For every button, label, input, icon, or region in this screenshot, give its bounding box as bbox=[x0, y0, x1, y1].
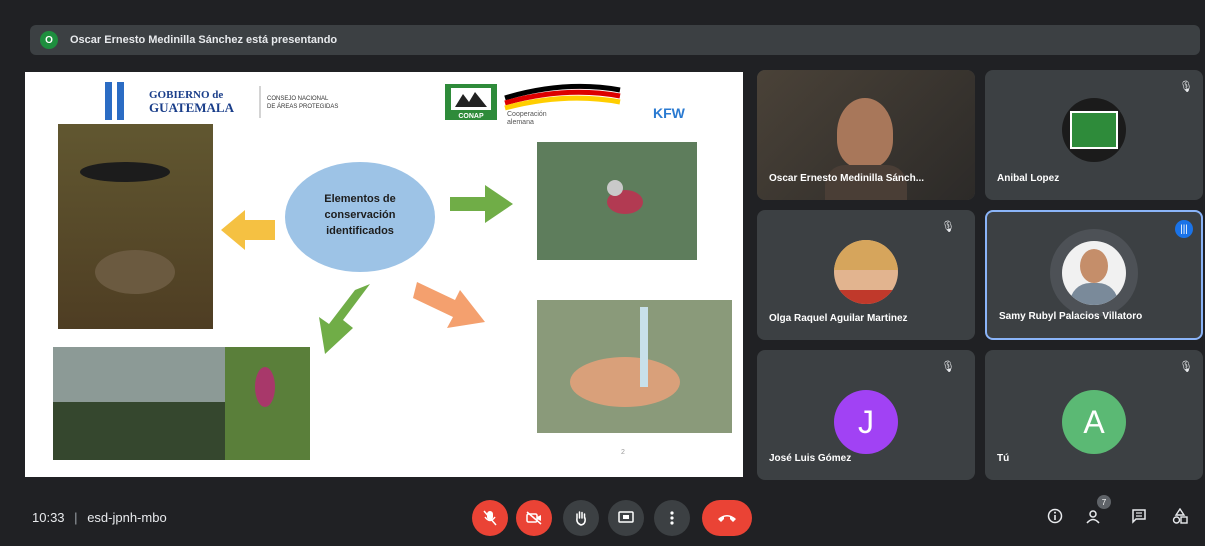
participant-video-oscar bbox=[837, 98, 893, 168]
participant-avatar-j: J bbox=[834, 390, 898, 454]
raise-hand-button[interactable] bbox=[563, 500, 599, 536]
presenting-label: Oscar Ernesto Medinilla Sánchez está pre… bbox=[70, 34, 338, 46]
participant-tile-jose[interactable]: 🎙 J José Luis Gómez bbox=[757, 350, 975, 480]
hand-icon bbox=[576, 511, 586, 526]
logo-conap-line2: DE ÁREAS PROTEGIDAS bbox=[267, 103, 338, 110]
slide-page-marker: 2 bbox=[621, 449, 625, 456]
people-count-badge: 7 bbox=[1097, 495, 1111, 509]
logo-conap-short: CONAP bbox=[458, 113, 484, 120]
people-button[interactable]: 7 bbox=[1083, 495, 1111, 528]
participant-avatar-a: A bbox=[1062, 390, 1126, 454]
participant-tile-samy[interactable]: ||| Samy Rubyl Palacios Villatoro bbox=[985, 210, 1203, 340]
speaking-icon: ||| bbox=[1175, 220, 1193, 238]
meeting-code: esd-jpnh-mbo bbox=[87, 510, 167, 525]
end-call-icon bbox=[718, 515, 736, 522]
participant-tile-olga[interactable]: 🎙 Olga Raquel Aguilar Martinez bbox=[757, 210, 975, 340]
participant-avatar-olga bbox=[834, 240, 898, 304]
more-vert-icon bbox=[670, 511, 674, 525]
center-text-1: Elementos de bbox=[324, 193, 396, 205]
meeting-details-button[interactable] bbox=[1043, 504, 1067, 528]
logo-kfw: KFW bbox=[653, 105, 686, 121]
info-icon bbox=[1047, 508, 1063, 524]
camera-toggle-button[interactable] bbox=[516, 500, 552, 536]
participant-name: Anibal Lopez bbox=[997, 173, 1060, 184]
logo-conap-line1: CONSEJO NACIONAL bbox=[267, 96, 329, 102]
mic-off-icon: 🎙 bbox=[1179, 361, 1193, 373]
center-text-3: identificados bbox=[326, 225, 394, 237]
activities-icon bbox=[1172, 508, 1188, 524]
mic-off-icon: 🎙 bbox=[1179, 81, 1193, 93]
logo-gov-line2: GUATEMALA bbox=[149, 100, 235, 115]
mic-toggle-button[interactable] bbox=[472, 500, 508, 536]
participant-name: Tú bbox=[997, 453, 1010, 464]
mic-off-icon: 🎙 bbox=[941, 221, 955, 233]
meeting-time-and-code: 10:33 | esd-jpnh-mbo bbox=[32, 510, 167, 525]
presenter-avatar: O bbox=[40, 31, 58, 49]
camera-off-icon bbox=[526, 511, 542, 525]
present-icon bbox=[618, 511, 634, 523]
participant-tile-oscar[interactable]: Oscar Ernesto Medinilla Sánch... bbox=[757, 70, 975, 200]
presenting-banner: O Oscar Ernesto Medinilla Sánchez está p… bbox=[30, 25, 1200, 55]
participant-name: José Luis Gómez bbox=[769, 453, 852, 464]
arrow-right bbox=[450, 185, 513, 223]
arrow-down-right bbox=[413, 282, 485, 328]
mic-off-icon bbox=[483, 510, 497, 526]
people-icon bbox=[1086, 510, 1100, 524]
participant-name: Oscar Ernesto Medinilla Sánch... bbox=[769, 173, 925, 184]
participant-name: Olga Raquel Aguilar Martinez bbox=[769, 313, 908, 324]
participant-avatar-conap bbox=[1062, 98, 1126, 162]
participant-tile-anibal[interactable]: 🎙 Anibal Lopez bbox=[985, 70, 1203, 200]
shared-presentation[interactable]: GOBIERNO de GUATEMALA CONSEJO NACIONAL D… bbox=[25, 72, 743, 477]
participant-name: Samy Rubyl Palacios Villatoro bbox=[999, 311, 1143, 322]
more-options-button[interactable] bbox=[654, 500, 690, 536]
logo-coop-line2: alemana bbox=[507, 119, 534, 126]
participant-tile-you[interactable]: 🎙 A Tú bbox=[985, 350, 1203, 480]
meeting-time: 10:33 bbox=[32, 510, 65, 525]
arrow-down-left bbox=[319, 284, 370, 354]
present-screen-button[interactable] bbox=[608, 500, 644, 536]
meeting-controls-bar: 10:33 | esd-jpnh-mbo 7 bbox=[0, 490, 1205, 546]
activities-button[interactable] bbox=[1168, 504, 1192, 528]
participant-avatar-samy bbox=[1062, 241, 1126, 305]
slide-canvas: GOBIERNO de GUATEMALA CONSEJO NACIONAL D… bbox=[53, 82, 732, 460]
arrow-left bbox=[221, 210, 275, 250]
chat-button[interactable] bbox=[1127, 504, 1151, 528]
center-text-2: conservación bbox=[325, 209, 396, 221]
chat-icon bbox=[1132, 509, 1146, 524]
leave-call-button[interactable] bbox=[702, 500, 752, 536]
mic-off-icon: 🎙 bbox=[941, 361, 955, 373]
logo-coop-line1: Cooperación bbox=[507, 111, 547, 118]
